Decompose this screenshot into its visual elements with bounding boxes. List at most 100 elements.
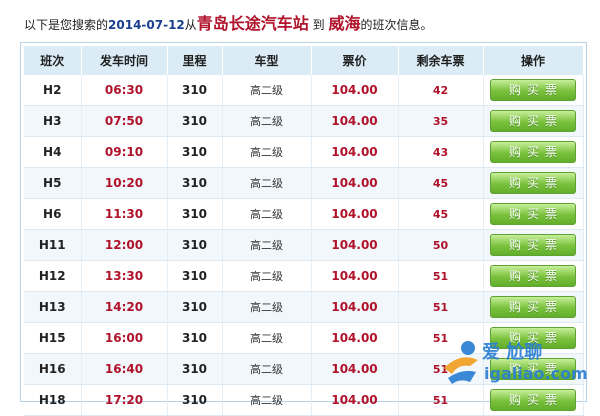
buy-ticket-button[interactable]: 购买票 bbox=[490, 79, 576, 101]
ticket-price-cell: 104.00 bbox=[311, 322, 399, 354]
action-cell: 购买票 bbox=[483, 75, 584, 106]
table-row: H6 11:30 310 高二级 104.00 45 购买票 bbox=[24, 198, 584, 230]
distance-cell: 310 bbox=[167, 322, 223, 354]
train-code-cell: H3 bbox=[24, 105, 82, 137]
action-cell: 购买票 bbox=[483, 167, 584, 199]
column-header: 里程 bbox=[167, 46, 223, 75]
departure-time-cell: 13:30 bbox=[81, 260, 168, 292]
departure-time-cell: 09:10 bbox=[81, 136, 168, 168]
action-cell: 购买票 bbox=[483, 229, 584, 261]
remaining-tickets-cell: 51 bbox=[398, 260, 484, 292]
watermark-text: 爱 尬聊 bbox=[482, 342, 543, 363]
table-header-row: 班次 发车时间 里程 车型 票价 剩余车票 操作 bbox=[24, 46, 584, 75]
table-row: H13 14:20 310 高二级 104.00 51 购买票 bbox=[24, 291, 584, 323]
ticket-price-cell: 104.00 bbox=[311, 291, 399, 323]
buy-ticket-button[interactable]: 购买票 bbox=[490, 265, 576, 287]
vehicle-type-cell: 高二级 bbox=[222, 75, 312, 106]
ticket-price-cell: 104.00 bbox=[311, 136, 399, 168]
remaining-tickets-cell: 42 bbox=[398, 75, 484, 106]
departure-time-cell: 12:00 bbox=[81, 229, 168, 261]
distance-cell: 310 bbox=[167, 291, 223, 323]
train-code-cell: H2 bbox=[24, 75, 82, 106]
vehicle-type-cell: 高二级 bbox=[222, 291, 312, 323]
remaining-tickets-cell: 43 bbox=[398, 136, 484, 168]
vehicle-type-cell: 高二级 bbox=[222, 198, 312, 230]
remaining-tickets-cell: 45 bbox=[398, 198, 484, 230]
action-cell: 购买票 bbox=[483, 105, 584, 137]
departure-time-cell: 06:30 bbox=[81, 75, 168, 106]
ticket-price-cell: 104.00 bbox=[311, 229, 399, 261]
train-code-cell: H13 bbox=[24, 291, 82, 323]
distance-cell: 310 bbox=[167, 353, 223, 385]
vehicle-type-cell: 高二级 bbox=[222, 136, 312, 168]
distance-cell: 310 bbox=[167, 384, 223, 416]
remaining-tickets-cell: 51 bbox=[398, 291, 484, 323]
summary-prefix: 以下是您搜索的 bbox=[24, 18, 109, 32]
destination-city: 威海 bbox=[328, 14, 361, 33]
table-row: H12 13:30 310 高二级 104.00 51 购买票 bbox=[24, 260, 584, 292]
distance-cell: 310 bbox=[167, 260, 223, 292]
remaining-tickets-cell: 50 bbox=[398, 229, 484, 261]
action-cell: 购买票 bbox=[483, 260, 584, 292]
vehicle-type-cell: 高二级 bbox=[222, 353, 312, 385]
train-code-cell: H18 bbox=[24, 384, 82, 416]
buy-ticket-button[interactable]: 购买票 bbox=[490, 110, 576, 132]
distance-cell: 310 bbox=[167, 229, 223, 261]
distance-cell: 310 bbox=[167, 167, 223, 199]
buy-ticket-button[interactable]: 购买票 bbox=[490, 172, 576, 194]
departure-time-cell: 16:40 bbox=[81, 353, 168, 385]
vehicle-type-cell: 高二级 bbox=[222, 229, 312, 261]
summary-from: 从 bbox=[184, 18, 197, 32]
departure-time-cell: 10:20 bbox=[81, 167, 168, 199]
table-row: H11 12:00 310 高二级 104.00 50 购买票 bbox=[24, 229, 584, 261]
ticket-price-cell: 104.00 bbox=[311, 198, 399, 230]
column-header: 班次 bbox=[24, 46, 82, 75]
remaining-tickets-cell: 35 bbox=[398, 105, 484, 137]
train-code-cell: H11 bbox=[24, 229, 82, 261]
remaining-tickets-cell: 45 bbox=[398, 167, 484, 199]
ticket-price-cell: 104.00 bbox=[311, 260, 399, 292]
table-row: H2 06:30 310 高二级 104.00 42 购买票 bbox=[24, 75, 584, 106]
column-header: 剩余车票 bbox=[398, 46, 484, 75]
vehicle-type-cell: 高二级 bbox=[222, 105, 312, 137]
vehicle-type-cell: 高二级 bbox=[222, 322, 312, 354]
watermark: 爱 尬聊 igaliao.com bbox=[440, 334, 595, 394]
watermark-logo-icon bbox=[444, 341, 478, 384]
train-code-cell: H5 bbox=[24, 167, 82, 199]
distance-cell: 310 bbox=[167, 75, 223, 106]
buy-ticket-button[interactable]: 购买票 bbox=[490, 203, 576, 225]
table-row: H3 07:50 310 高二级 104.00 35 购买票 bbox=[24, 105, 584, 137]
action-cell: 购买票 bbox=[483, 198, 584, 230]
departure-time-cell: 14:20 bbox=[81, 291, 168, 323]
distance-cell: 310 bbox=[167, 105, 223, 137]
buy-ticket-button[interactable]: 购买票 bbox=[490, 234, 576, 256]
ticket-price-cell: 104.00 bbox=[311, 353, 399, 385]
train-code-cell: H4 bbox=[24, 136, 82, 168]
train-code-cell: H16 bbox=[24, 353, 82, 385]
action-cell: 购买票 bbox=[483, 136, 584, 168]
column-header: 操作 bbox=[483, 46, 584, 75]
action-cell: 购买票 bbox=[483, 291, 584, 323]
ticket-price-cell: 104.00 bbox=[311, 167, 399, 199]
watermark-url: igaliao.com bbox=[484, 364, 588, 383]
ticket-price-cell: 104.00 bbox=[311, 75, 399, 106]
departure-time-cell: 16:00 bbox=[81, 322, 168, 354]
ticket-price-cell: 104.00 bbox=[311, 384, 399, 416]
train-code-cell: H6 bbox=[24, 198, 82, 230]
buy-ticket-button[interactable]: 购买票 bbox=[490, 141, 576, 163]
column-header: 票价 bbox=[311, 46, 399, 75]
vehicle-type-cell: 高二级 bbox=[222, 384, 312, 416]
vehicle-type-cell: 高二级 bbox=[222, 167, 312, 199]
vehicle-type-cell: 高二级 bbox=[222, 260, 312, 292]
departure-time-cell: 11:30 bbox=[81, 198, 168, 230]
distance-cell: 310 bbox=[167, 136, 223, 168]
departure-time-cell: 17:20 bbox=[81, 384, 168, 416]
train-code-cell: H15 bbox=[24, 322, 82, 354]
search-summary: 以下是您搜索的2014-07-12从青岛长途汽车站 到 威海的班次信息。 bbox=[24, 10, 433, 34]
departure-time-cell: 07:50 bbox=[81, 105, 168, 137]
table-row: H5 10:20 310 高二级 104.00 45 购买票 bbox=[24, 167, 584, 199]
search-date: 2014-07-12 bbox=[108, 18, 185, 32]
column-header: 发车时间 bbox=[81, 46, 168, 75]
buy-ticket-button[interactable]: 购买票 bbox=[490, 296, 576, 318]
ticket-price-cell: 104.00 bbox=[311, 105, 399, 137]
